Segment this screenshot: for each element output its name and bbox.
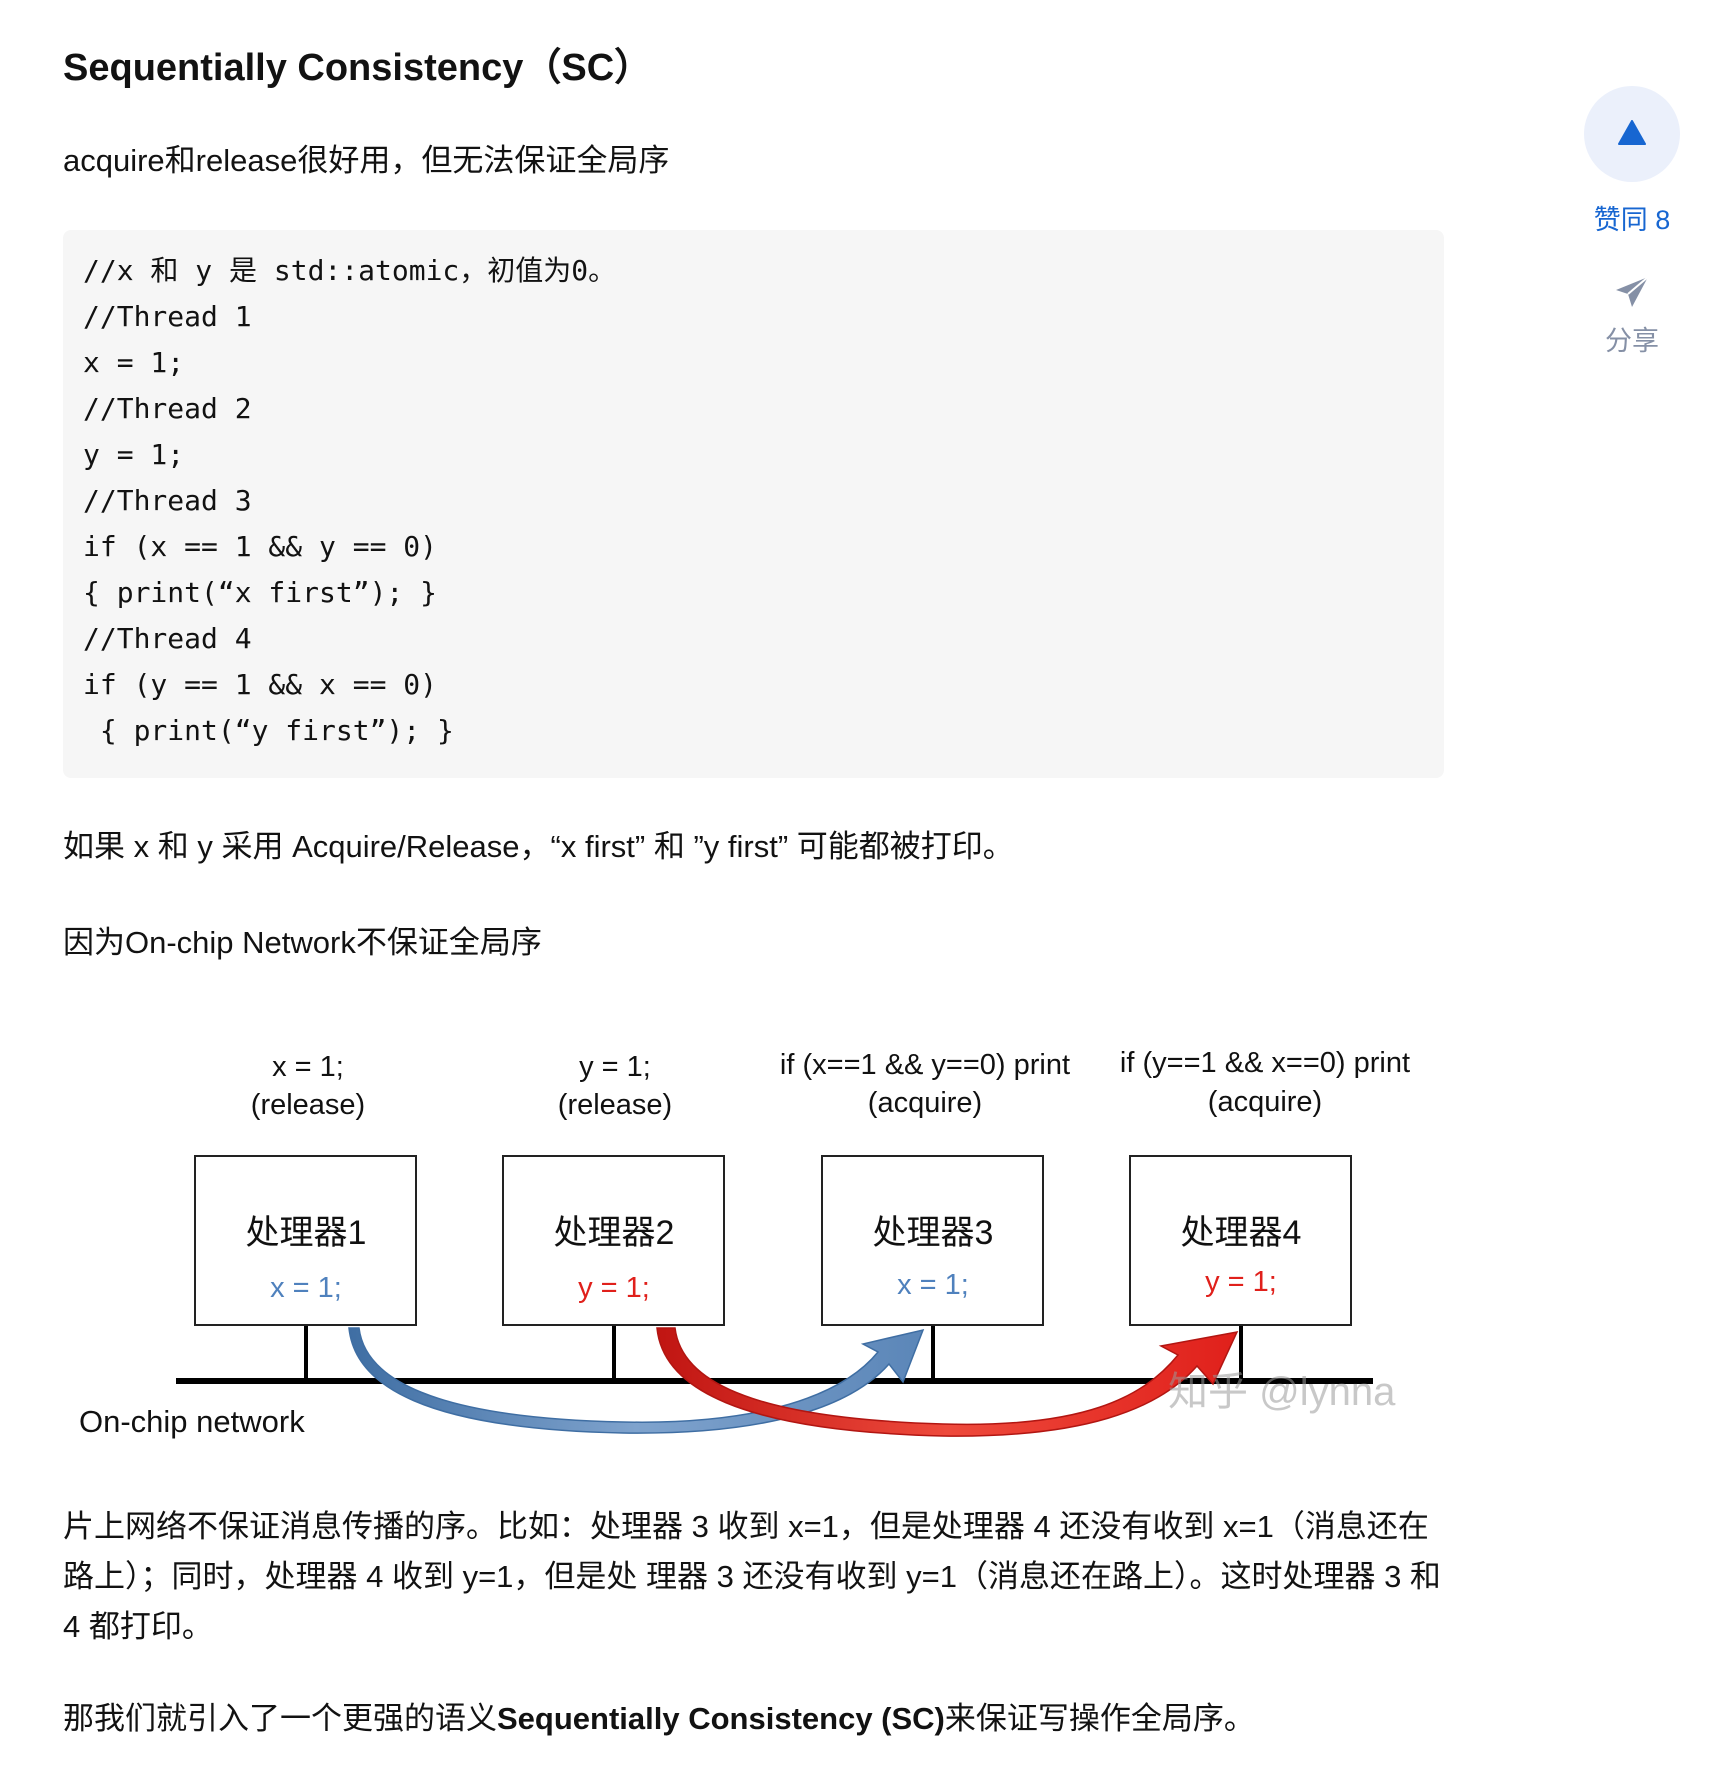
code-line: //Thread 3 (83, 484, 252, 517)
processor-2-value: y = 1; (578, 1272, 650, 1304)
code-line: y = 1; (83, 438, 185, 471)
code-block: //x 和 y 是 std::atomic，初值为0。 //Thread 1 x… (63, 230, 1444, 778)
processor-3-name: 处理器3 (873, 1214, 994, 1252)
conclusion-prefix: 那我们就引入了一个更强的语义 (63, 1701, 497, 1736)
processor-2-name: 处理器2 (554, 1214, 675, 1252)
processor-1-name: 处理器1 (246, 1214, 367, 1252)
code-line: //Thread 2 (83, 392, 252, 425)
vote-count-label[interactable]: 赞同 8 (1580, 198, 1684, 237)
processor-4-name: 处理器4 (1181, 1214, 1302, 1252)
conclusion-strong: Sequentially Consistency (SC) (497, 1701, 945, 1736)
conclusion-paragraph: 那我们就引入了一个更强的语义Sequentially Consistency (… (63, 1694, 1255, 1744)
code-line: if (x == 1 && y == 0) (83, 530, 438, 563)
paper-plane-icon[interactable] (1612, 273, 1652, 313)
proc1-label-line1: x = 1; (272, 1051, 344, 1083)
intro-paragraph: acquire和release很好用，但无法保证全局序 (63, 143, 670, 178)
proc1-label-line2: (release) (251, 1089, 365, 1121)
network-label: On-chip network (79, 1404, 305, 1439)
watermark: 知乎 @lynna (1168, 1370, 1396, 1414)
proc2-label-line2: (release) (558, 1089, 672, 1121)
code-line: //Thread 4 (83, 622, 252, 655)
proc4-label-line1: if (y==1 && x==0) print (1120, 1047, 1410, 1079)
processor-3-value: x = 1; (897, 1269, 969, 1301)
proc2-label-line1: y = 1; (579, 1051, 651, 1083)
proc3-label-line1: if (x==1 && y==0) print (780, 1049, 1070, 1081)
triangle-up-icon (1618, 120, 1646, 145)
code-line: //Thread 1 (83, 300, 252, 333)
action-sidebar: 赞同 8 分享 (1580, 86, 1684, 358)
proc4-label-line2: (acquire) (1208, 1086, 1322, 1118)
vote-up-button[interactable] (1584, 86, 1680, 182)
code-line: { print(“y first”); } (83, 714, 454, 747)
share-label[interactable]: 分享 (1580, 319, 1684, 358)
code-line: if (y == 1 && x == 0) (83, 668, 438, 701)
acquire-release-paragraph: 如果 x 和 y 采用 Acquire/Release，“x first” 和 … (63, 829, 1014, 864)
code-line: //x 和 y 是 std::atomic，初值为0。 (83, 254, 617, 287)
explanation-paragraph: 片上网络不保证消息传播的序。比如：处理器 3 收到 x=1，但是处理器 4 还没… (63, 1509, 1441, 1644)
network-diagram: x = 1; (release) y = 1; (release) if (x=… (79, 1047, 1410, 1439)
code-line: { print(“x first”); } (83, 576, 438, 609)
section-heading: Sequentially Consistency（SC） (63, 47, 653, 89)
proc3-label-line2: (acquire) (868, 1087, 982, 1119)
conclusion-suffix: 来保证写操作全局序。 (944, 1701, 1255, 1736)
network-reason-paragraph: 因为On-chip Network不保证全局序 (63, 925, 542, 960)
processor-1-value: x = 1; (270, 1272, 342, 1304)
code-line: x = 1; (83, 346, 185, 379)
processor-4-value: y = 1; (1205, 1266, 1277, 1298)
